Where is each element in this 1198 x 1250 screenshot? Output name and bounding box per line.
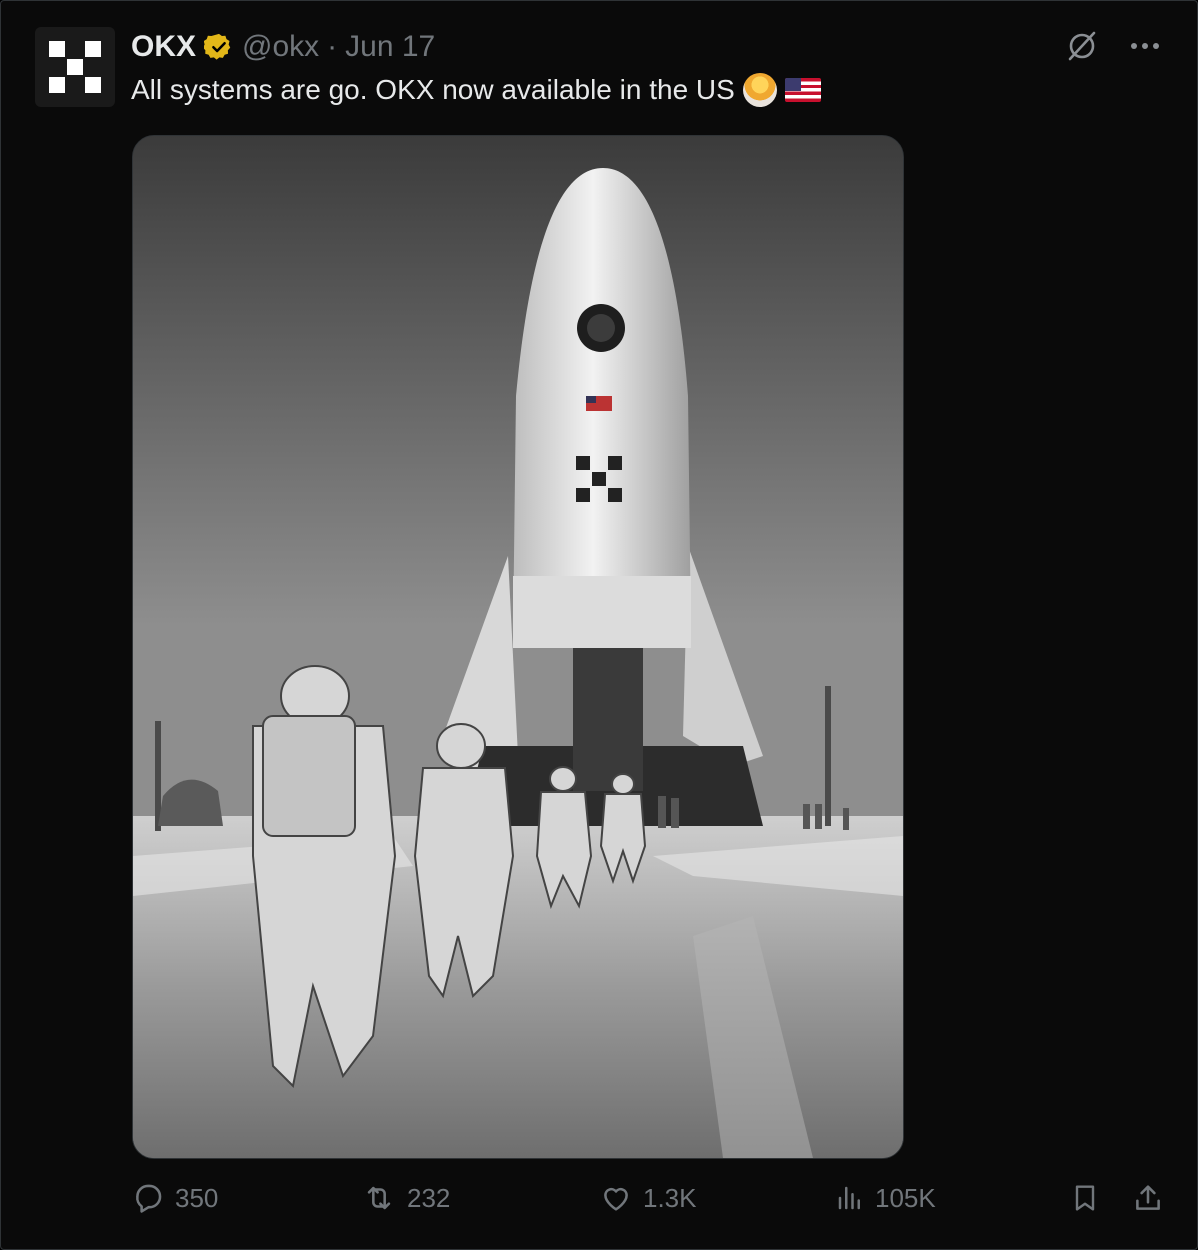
repost-count: 232 (407, 1182, 451, 1213)
tweet-actions: 350 232 1.3K 105K (131, 1181, 1171, 1227)
astronaut-emoji-icon (742, 73, 777, 107)
views-count: 105K (875, 1182, 936, 1213)
repost-icon (361, 1181, 397, 1215)
tweet-image[interactable] (132, 135, 904, 1159)
grok-icon[interactable] (1065, 29, 1099, 63)
account-name[interactable]: OKX (131, 30, 196, 64)
views-button[interactable]: 105K (835, 1181, 936, 1215)
avatar[interactable] (35, 27, 115, 107)
verified-badge-icon (204, 32, 234, 62)
like-button[interactable]: 1.3K (599, 1181, 697, 1215)
like-count: 1.3K (643, 1182, 697, 1213)
reply-button[interactable]: 350 (131, 1181, 218, 1215)
share-icon (1131, 1181, 1165, 1215)
tweet-text: All systems are go. OKX now available in… (131, 73, 821, 107)
separator-dot: · (327, 30, 338, 63)
account-handle[interactable]: @okx (242, 30, 319, 64)
bookmark-button[interactable] (1069, 1181, 1101, 1215)
share-button[interactable] (1131, 1181, 1165, 1215)
tweet-body: All systems are go. OKX now available in… (131, 74, 735, 105)
more-icon[interactable] (1129, 41, 1161, 51)
tweet-date[interactable]: Jun 17 (345, 30, 435, 64)
tweet-card: OKX @okx · Jun 17 All systems are go. OK… (0, 0, 1198, 1250)
tweet-header: OKX @okx · Jun 17 (131, 29, 435, 65)
views-icon (835, 1181, 865, 1215)
okx-logo-icon (49, 41, 101, 93)
like-icon (599, 1181, 633, 1215)
reply-count: 350 (175, 1182, 219, 1213)
repost-button[interactable]: 232 (361, 1181, 450, 1215)
reply-icon (131, 1181, 165, 1215)
bookmark-icon (1069, 1181, 1101, 1215)
tweet-top-actions (1065, 29, 1161, 63)
rocket-launch-scene (133, 136, 903, 1158)
us-flag-emoji-icon (784, 78, 821, 102)
